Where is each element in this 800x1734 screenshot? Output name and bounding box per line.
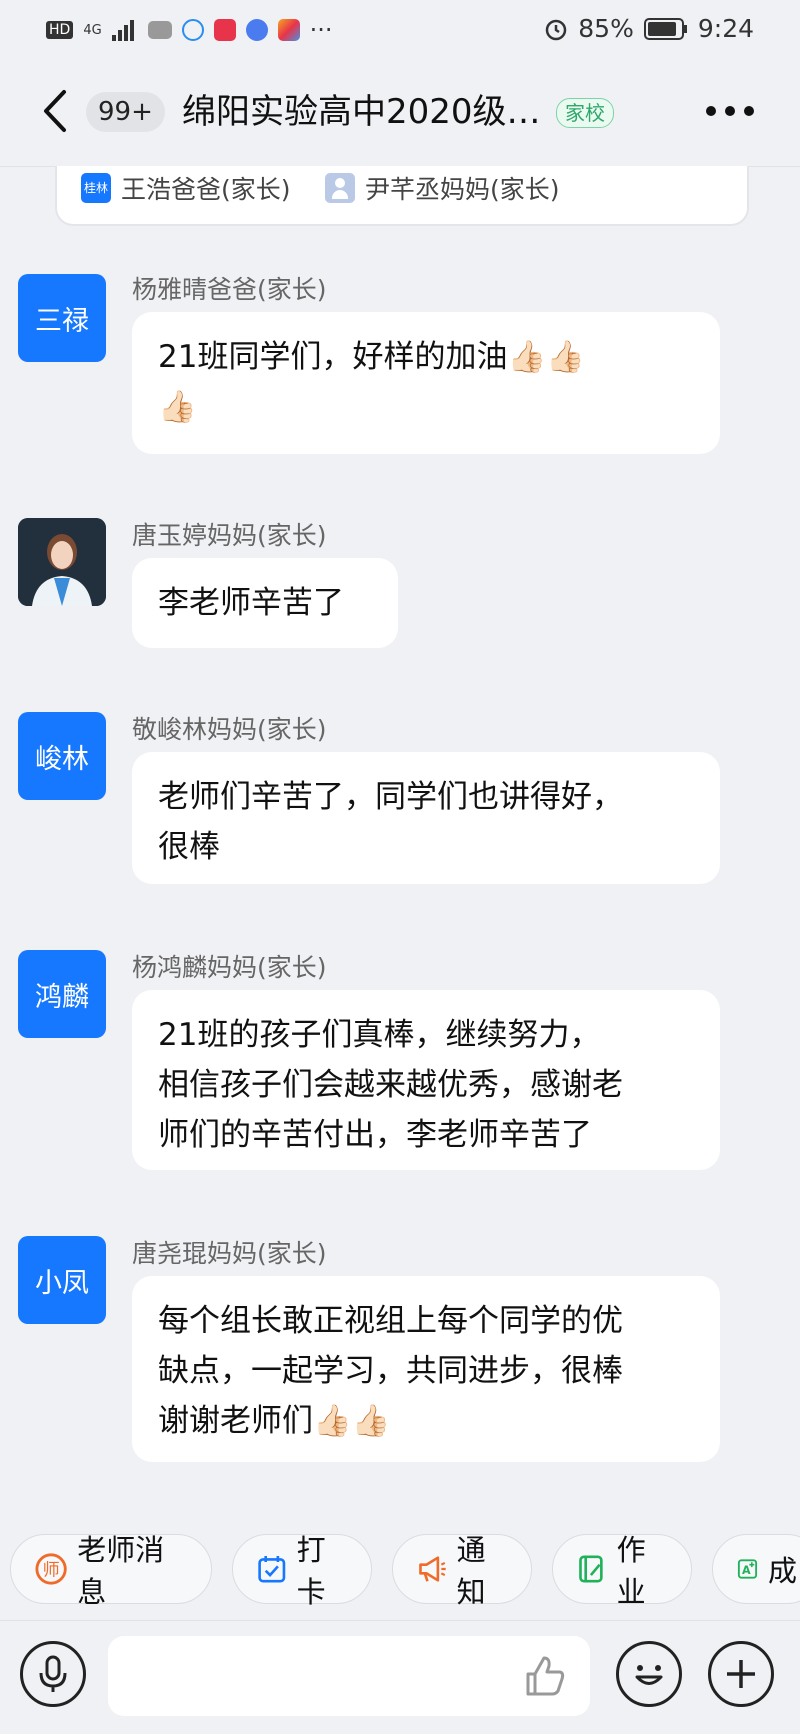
check-in-button[interactable]: 打卡 <box>232 1533 372 1609</box>
microphone-icon[interactable] <box>20 1641 86 1707</box>
red-app-icon <box>213 19 236 41</box>
emoji-icon[interactable] <box>616 1641 682 1707</box>
message-line: 李老师辛苦了 <box>158 585 344 621</box>
thumbs-up-icon[interactable] <box>520 1652 568 1700</box>
quick-action-label: 作业 <box>616 1533 646 1609</box>
message-line: 很棒 <box>158 829 220 865</box>
music-app-icon <box>245 19 268 41</box>
message-line: 21班同学们，好样的加油👍🏻👍🏻 <box>158 339 585 375</box>
avatar[interactable]: 峻林 <box>18 712 106 800</box>
svg-text:师: 师 <box>43 1561 60 1581</box>
sender-name: 杨鸿麟妈妈(家长) <box>132 953 327 982</box>
quick-action-label: 打卡 <box>296 1533 326 1609</box>
home-school-tag: 家校 <box>556 98 614 128</box>
svg-text:A: A <box>742 1564 751 1577</box>
group-title[interactable]: 绵阳实验高中2020级… <box>182 90 541 134</box>
message-input[interactable] <box>108 1636 590 1716</box>
quick-action-label: 成 <box>767 1554 797 1588</box>
grades-button[interactable]: A 成 <box>712 1534 800 1604</box>
calendar-check-icon <box>258 1555 286 1583</box>
grade-icon: A <box>737 1559 758 1579</box>
member-item[interactable]: 尹芊丞妈妈(家长) <box>325 170 560 206</box>
colorful-app-icon <box>277 19 300 41</box>
message-line: 21班的孩子们真棒，继续努力， <box>158 1017 601 1053</box>
teacher-messages-button[interactable]: 师 老师消息 <box>10 1533 212 1609</box>
avatar[interactable]: 三禄 <box>18 274 106 362</box>
message-line: 每个组长敢正视组上每个同学的优 <box>158 1303 623 1339</box>
message-line: 谢谢老师们👍🏻👍🏻 <box>158 1403 391 1439</box>
message-line: 相信孩子们会越来越优秀，感谢老 <box>158 1067 623 1103</box>
homework-button[interactable]: 作业 <box>552 1533 692 1609</box>
message-bubble[interactable]: 21班的孩子们真棒，继续努力， 相信孩子们会越来越优秀，感谢老 师们的辛苦付出，… <box>132 990 720 1170</box>
message-bubble[interactable]: 21班同学们，好样的加油👍🏻👍🏻 👍🏻 <box>132 312 720 454</box>
app-notification-icon <box>147 21 172 39</box>
notice-button[interactable]: 通知 <box>392 1533 532 1609</box>
back-arrow-icon[interactable] <box>36 86 76 136</box>
plus-icon[interactable] <box>708 1641 774 1707</box>
teacher-icon: 师 <box>35 1553 67 1585</box>
hd-indicator: HD <box>46 21 74 39</box>
more-notifications: ··· <box>309 16 333 44</box>
chat-header: 99+ 绵阳实验高中2020级… 家校 <box>0 60 800 167</box>
unread-count-badge[interactable]: 99+ <box>86 92 165 132</box>
message-bubble[interactable]: 李老师辛苦了 <box>132 558 398 648</box>
user-avatar-icon <box>325 173 355 203</box>
megaphone-icon <box>419 1556 446 1582</box>
message-bubble[interactable]: 每个组长敢正视组上每个同学的优 缺点，一起学习，共同进步，很棒 谢谢老师们👍🏻👍… <box>132 1276 720 1462</box>
member-name: 王浩爸爸(家长) <box>121 175 291 204</box>
battery-percent: 85% <box>578 14 634 43</box>
member-avatar: 桂林 <box>81 173 111 203</box>
message-line: 师们的辛苦付出，李老师辛苦了 <box>158 1117 592 1153</box>
status-bar: HD 4G ··· 85% 9:24 <box>0 0 800 60</box>
more-options-icon[interactable] <box>706 106 754 116</box>
alarm-icon <box>546 19 567 40</box>
input-bar <box>0 1620 800 1734</box>
message-line: 老师们辛苦了，同学们也讲得好， <box>158 779 623 815</box>
message-line: 👍🏻 <box>158 389 197 425</box>
message-line: 缺点，一起学习，共同进步，很棒 <box>158 1353 623 1389</box>
sender-name: 敬峻林妈妈(家长) <box>132 715 327 744</box>
sender-name: 唐尧琨妈妈(家长) <box>132 1239 327 1268</box>
network-type: 4G <box>83 22 102 38</box>
member-name: 尹芊丞妈妈(家长) <box>365 175 560 204</box>
member-item[interactable]: 桂林 王浩爸爸(家长) <box>81 170 291 206</box>
homework-icon <box>579 1555 603 1583</box>
avatar[interactable]: 鸿麟 <box>18 950 106 1038</box>
quick-action-label: 老师消息 <box>77 1533 165 1609</box>
sender-name: 杨雅晴爸爸(家长) <box>132 275 327 304</box>
message-bubble[interactable]: 老师们辛苦了，同学们也讲得好， 很棒 <box>132 752 720 884</box>
clock: 9:24 <box>697 14 754 43</box>
avatar[interactable]: 小凤 <box>18 1236 106 1324</box>
signal-icon <box>111 20 134 41</box>
quick-action-label: 通知 <box>456 1533 486 1609</box>
person-photo-icon <box>18 518 106 606</box>
chat-notification-icon <box>181 19 204 41</box>
avatar-photo[interactable] <box>18 518 106 606</box>
member-card: 桂林 王浩爸爸(家长) 尹芊丞妈妈(家长) <box>55 166 749 226</box>
battery-icon <box>643 17 687 40</box>
sender-name: 唐玉婷妈妈(家长) <box>132 521 327 550</box>
